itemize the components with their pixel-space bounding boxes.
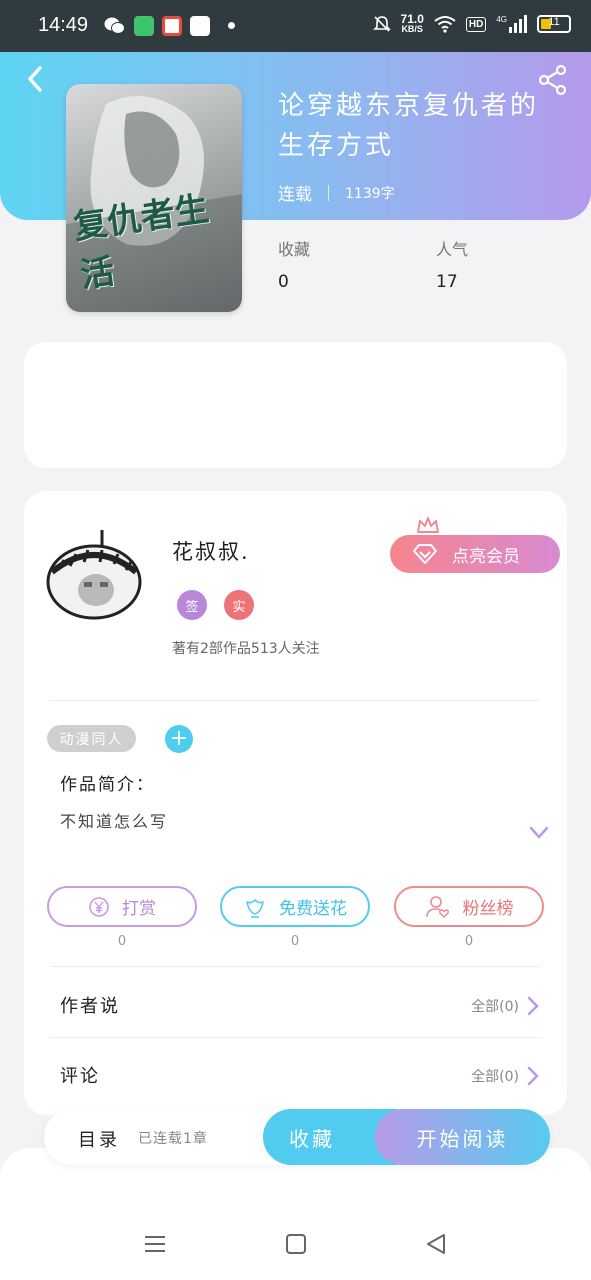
intro-text: 不知道怎么写 <box>60 812 169 831</box>
mute-icon <box>372 16 391 32</box>
author-says-label[interactable]: 作者说 <box>60 992 120 1018</box>
toc-button[interactable]: 目录 <box>78 1126 120 1152</box>
tip-button[interactable]: 打赏 <box>47 886 197 927</box>
tip-count: 0 <box>117 934 127 949</box>
bottom-sheet <box>0 1148 591 1280</box>
battery-level: 11 <box>548 16 560 28</box>
start-reading-button[interactable]: 开始阅读 <box>375 1109 550 1165</box>
book-word-count: 1139字 <box>345 185 395 202</box>
stat-favorites-label: 收藏 <box>278 240 311 259</box>
flower-count: 0 <box>290 934 300 949</box>
wechat-icon <box>104 16 125 36</box>
signal-icon: 4G <box>496 15 527 33</box>
menu-icon[interactable] <box>142 1232 168 1256</box>
fan-count: 0 <box>464 934 474 949</box>
battery-icon: 11 <box>537 15 571 33</box>
signal-type: 4G <box>496 15 507 24</box>
fan-ranking-button[interactable]: 粉丝榜 <box>394 886 544 927</box>
author-says-all-link[interactable]: 全部(0) <box>471 996 539 1016</box>
chevron-right-icon <box>527 1066 539 1086</box>
diamond-icon <box>413 544 437 564</box>
back-nav-icon[interactable] <box>424 1232 450 1256</box>
tip-button-label: 打赏 <box>122 899 156 919</box>
notification-dot-icon <box>228 22 235 29</box>
toc-status: 已连载1章 <box>138 1131 208 1147</box>
yen-coin-icon <box>89 896 109 917</box>
vip-button[interactable]: 点亮会员 <box>390 535 560 573</box>
home-icon[interactable] <box>283 1232 309 1256</box>
author-avatar[interactable] <box>44 530 144 620</box>
hd-icon: HD <box>465 16 487 32</box>
blank-card <box>24 342 567 468</box>
cloud-app-icon <box>190 16 210 36</box>
author-says-all-label: 全部(0) <box>471 999 519 1015</box>
book-cover[interactable]: 复仇者生活 <box>66 84 242 312</box>
stat-popularity-label: 人气 <box>436 240 469 259</box>
divider <box>50 966 541 967</box>
stat-favorites-value: 0 <box>278 272 289 292</box>
status-bar: 14:49 71.0 KB/S HD 4G 11 <box>0 0 591 52</box>
divider <box>50 700 541 701</box>
browser-app-icon <box>162 16 182 36</box>
network-speed-unit: KB/S <box>401 24 423 34</box>
comments-all-link[interactable]: 全部(0) <box>471 1066 539 1086</box>
verified-badge: 实 <box>224 590 254 620</box>
send-flower-button[interactable]: 免费送花 <box>220 886 370 927</box>
fan-ranking-label: 粉丝榜 <box>462 899 514 919</box>
book-status: 连载 <box>278 185 312 205</box>
battery-app-icon <box>134 16 154 36</box>
network-speed: 71.0 KB/S <box>400 12 424 34</box>
flower-icon <box>246 898 264 918</box>
chevron-down-icon[interactable] <box>528 825 550 841</box>
fan-user-icon <box>425 895 449 918</box>
wifi-icon <box>434 16 456 33</box>
send-flower-label: 免费送花 <box>279 899 347 919</box>
author-name[interactable]: 花叔叔. <box>172 536 250 566</box>
crown-icon <box>417 517 439 533</box>
chevron-right-icon <box>527 996 539 1016</box>
author-stats: 著有2部作品513人关注 <box>172 641 320 657</box>
divider <box>50 1037 541 1038</box>
vip-button-label: 点亮会员 <box>452 546 520 567</box>
network-speed-value: 71.0 <box>400 12 424 26</box>
stat-favorites: 收藏 0 <box>278 236 310 292</box>
signed-badge: 签 <box>177 590 207 620</box>
meta-divider <box>328 184 329 201</box>
stat-popularity-value: 17 <box>436 272 458 292</box>
genre-tag[interactable]: 动漫同人 <box>47 725 136 752</box>
status-right-group: 71.0 KB/S HD 4G 11 <box>372 12 571 34</box>
comments-all-label: 全部(0) <box>471 1069 519 1085</box>
stat-popularity: 人气 17 <box>436 236 468 292</box>
book-title: 论穿越东京复仇者的生存方式 <box>278 91 540 161</box>
book-meta: 连载 1139字 <box>278 180 395 205</box>
add-tag-button[interactable]: + <box>165 725 193 753</box>
status-time: 14:49 <box>38 14 89 36</box>
intro-label: 作品简介： <box>60 775 155 795</box>
back-arrow-icon[interactable] <box>22 64 52 94</box>
comments-label[interactable]: 评论 <box>60 1062 100 1088</box>
